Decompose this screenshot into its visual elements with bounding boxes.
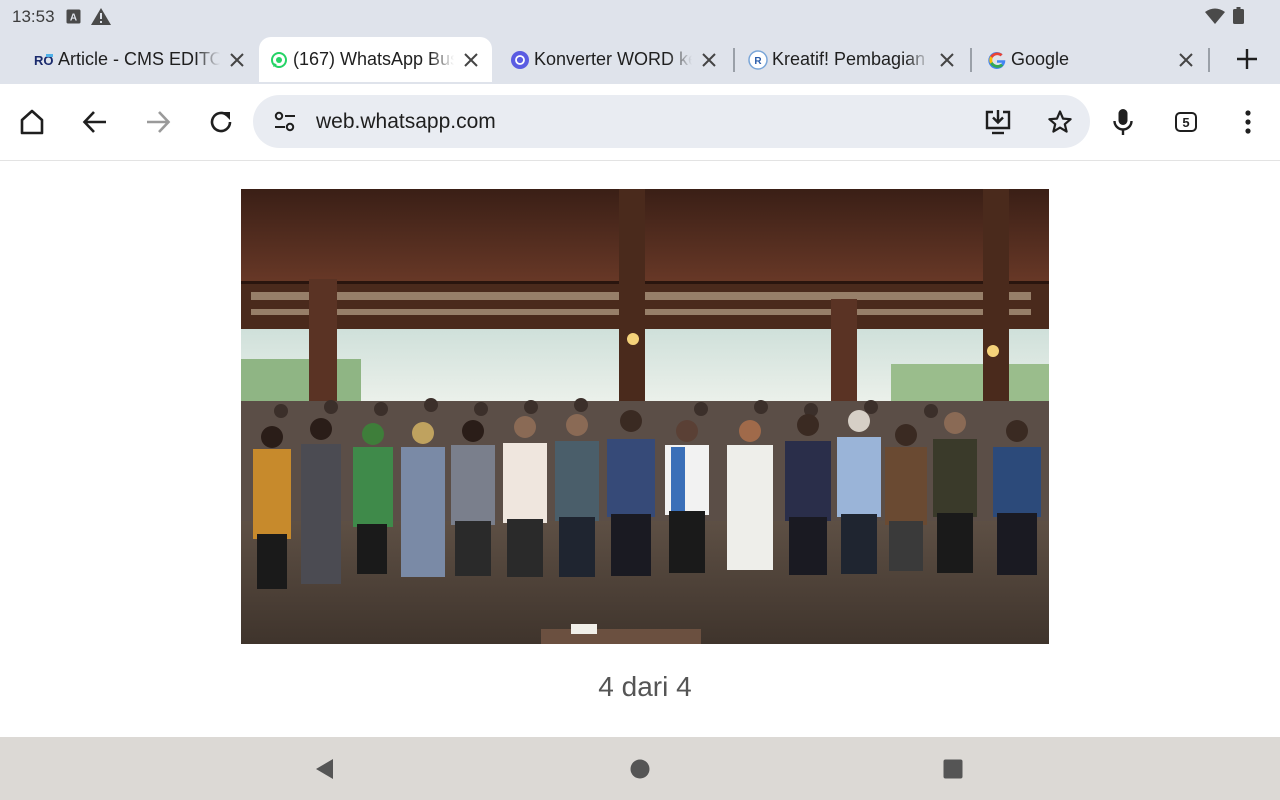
menu-button[interactable] xyxy=(1232,106,1264,138)
cms-logo-icon: RO xyxy=(34,53,54,68)
svg-text:R: R xyxy=(754,56,762,67)
media-viewer: 4 dari 4 xyxy=(0,161,1280,737)
photo-counter: 4 dari 4 xyxy=(598,671,692,702)
text-notification-icon: A xyxy=(66,9,81,24)
reload-button[interactable] xyxy=(205,106,237,138)
tab-google[interactable]: Google xyxy=(977,37,1207,82)
tab-separator xyxy=(970,48,972,72)
back-arrow-icon xyxy=(82,111,106,133)
tab-whatsapp[interactable]: (167) WhatsApp Business xyxy=(259,37,492,82)
close-tab-icon[interactable] xyxy=(226,49,248,71)
nav-recents-icon[interactable] xyxy=(941,757,965,781)
bookmark-star-icon[interactable] xyxy=(1047,109,1073,135)
tab-article-cms[interactable]: RO Article - CMS EDITOR xyxy=(24,37,258,82)
browser-toolbar: web.whatsapp.com 5 xyxy=(0,84,1280,161)
group-photo-image xyxy=(241,189,1049,644)
close-tab-icon[interactable] xyxy=(936,49,958,71)
converter-icon xyxy=(511,51,529,69)
warning-icon xyxy=(91,8,111,25)
url-text: web.whatsapp.com xyxy=(316,110,496,133)
tab-count: 5 xyxy=(1175,112,1197,132)
reload-icon xyxy=(210,111,232,133)
group-photo[interactable] xyxy=(241,189,1049,644)
wifi-icon xyxy=(1205,8,1225,24)
voice-search-button[interactable] xyxy=(1107,106,1139,138)
tab-separator xyxy=(1208,48,1210,72)
nav-home-icon[interactable] xyxy=(628,757,652,781)
tab-title: (167) WhatsApp Business xyxy=(293,49,454,69)
tab-kreatif[interactable]: R Kreatif! Pembagian Tugas xyxy=(738,37,968,82)
tab-title: Google xyxy=(1011,49,1070,69)
new-tab-icon[interactable] xyxy=(1234,46,1260,72)
battery-icon xyxy=(1233,7,1244,24)
whatsapp-icon xyxy=(271,52,287,68)
home-icon xyxy=(20,109,44,135)
site-settings-icon[interactable] xyxy=(273,110,297,134)
microphone-icon xyxy=(1113,109,1133,135)
tab-separator xyxy=(733,48,735,72)
address-bar[interactable]: web.whatsapp.com xyxy=(253,95,1090,148)
tab-strip: RO Article - CMS EDITOR (167) WhatsApp B… xyxy=(0,34,1280,84)
home-button[interactable] xyxy=(16,106,48,138)
install-app-icon[interactable] xyxy=(984,108,1012,136)
close-tab-icon[interactable] xyxy=(460,49,482,71)
more-vert-icon xyxy=(1245,110,1251,134)
forward-button[interactable] xyxy=(142,106,174,138)
nav-back-icon[interactable] xyxy=(312,757,336,781)
status-bar: 13:53 A xyxy=(0,0,1280,34)
svg-text:A: A xyxy=(70,13,77,24)
tab-switcher-button[interactable]: 5 xyxy=(1170,106,1202,138)
tab-title: Kreatif! Pembagian Tugas xyxy=(772,49,930,69)
tab-title: Article - CMS EDITOR xyxy=(58,49,220,69)
google-icon xyxy=(988,52,1006,70)
tab-konverter[interactable]: Konverter WORD ke PDF xyxy=(500,37,730,82)
back-button[interactable] xyxy=(79,106,111,138)
status-time: 13:53 xyxy=(12,7,55,26)
close-tab-icon[interactable] xyxy=(698,49,720,71)
tab-title: Konverter WORD ke PDF xyxy=(534,49,692,69)
kreatif-icon: R xyxy=(748,50,768,70)
system-navigation-bar xyxy=(0,737,1280,800)
forward-arrow-icon xyxy=(147,111,171,133)
close-tab-icon[interactable] xyxy=(1175,49,1197,71)
